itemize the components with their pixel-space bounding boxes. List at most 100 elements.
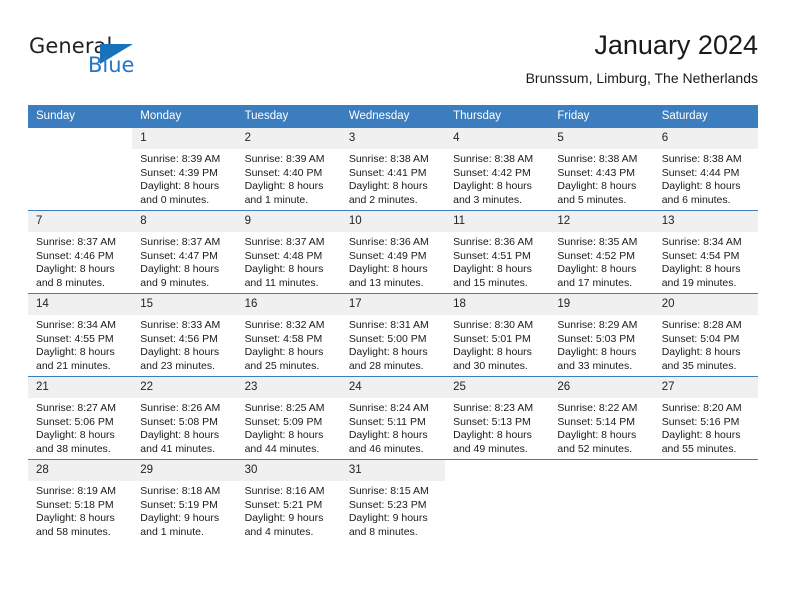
brand-logo[interactable]: General Blue — [28, 34, 198, 90]
day-detail-line: Sunrise: 8:20 AM — [661, 402, 742, 414]
day-detail-line: and 19 minutes. — [661, 276, 737, 289]
calendar-empty-cell — [445, 459, 550, 542]
day-detail-line: Sunset: 5:06 PM — [36, 415, 114, 428]
day-detail-line: Sunset: 4:56 PM — [140, 332, 218, 345]
calendar-day-cell[interactable]: 20 Sunrise: 8:28 AM Sunset: 5:04 PM Dayligh… — [653, 293, 758, 377]
calendar-day-cell[interactable]: 1 Sunrise: 8:39 AM Sunset: 4:39 PM Daylight… — [132, 127, 237, 211]
day-number: 19 — [549, 294, 654, 315]
day-detail-line: Daylight: 8 hours — [244, 180, 324, 193]
calendar-day-cell[interactable]: 7 Sunrise: 8:37 AM Sunset: 4:46 PM Daylight… — [28, 210, 133, 294]
day-number: 23 — [236, 377, 341, 398]
calendar-day-cell[interactable]: 26 Sunrise: 8:22 AM Sunset: 5:14 PM Dayligh… — [549, 376, 654, 460]
calendar-day-cell[interactable]: 8 Sunrise: 8:37 AM Sunset: 4:47 PM Daylight… — [132, 210, 237, 294]
calendar-day-cell[interactable]: 11 Sunrise: 8:36 AM Sunset: 4:51 PM Dayligh… — [445, 210, 550, 294]
day-details: Sunrise: 8:30 AM Sunset: 5:01 PM Daylight:… — [445, 315, 549, 373]
day-details: Sunrise: 8:39 AM Sunset: 4:39 PM Daylight:… — [132, 149, 236, 207]
calendar-day-cell[interactable]: 3 Sunrise: 8:38 AM Sunset: 4:41 PM Daylight… — [340, 127, 446, 211]
day-number: 1 — [132, 128, 237, 149]
calendar-week-row: 21 Sunrise: 8:27 AM Sunset: 5:06 PM Dayligh… — [28, 376, 758, 460]
day-detail-line: Sunset: 5:18 PM — [36, 498, 114, 511]
day-number: 21 — [28, 377, 133, 398]
day-number: 12 — [549, 211, 654, 232]
day-details: Sunrise: 8:15 AM Sunset: 5:23 PM Daylight:… — [341, 481, 445, 539]
calendar-empty-cell — [653, 459, 758, 542]
day-detail-line: Daylight: 8 hours — [453, 429, 532, 442]
calendar-day-cell[interactable]: 22 Sunrise: 8:26 AM Sunset: 5:08 PM Dayligh… — [132, 376, 237, 460]
calendar-day-cell[interactable]: 6 Sunrise: 8:38 AM Sunset: 4:44 PM Daylight… — [653, 127, 758, 211]
calendar-day-cell[interactable]: 27 Sunrise: 8:20 AM Sunset: 5:16 PM Dayligh… — [653, 376, 758, 460]
day-number: 25 — [445, 377, 550, 398]
calendar-week-row: 28 Sunrise: 8:19 AM Sunset: 5:18 PM Dayligh… — [28, 459, 758, 542]
calendar-day-cell[interactable]: 24 Sunrise: 8:24 AM Sunset: 5:11 PM Dayligh… — [340, 376, 446, 460]
day-detail-line: Daylight: 9 hours — [348, 512, 428, 525]
day-details: Sunrise: 8:22 AM Sunset: 5:14 PM Daylight:… — [549, 398, 653, 456]
day-detail-line: Sunrise: 8:37 AM — [244, 236, 325, 248]
calendar-day-cell[interactable]: 25 Sunrise: 8:23 AM Sunset: 5:13 PM Dayligh… — [445, 376, 550, 460]
day-number: 31 — [340, 460, 446, 481]
calendar-day-cell[interactable]: 28 Sunrise: 8:19 AM Sunset: 5:18 PM Dayligh… — [28, 459, 133, 542]
calendar-day-cell[interactable]: 18 Sunrise: 8:30 AM Sunset: 5:01 PM Dayligh… — [445, 293, 550, 377]
calendar-day-cell[interactable]: 29 Sunrise: 8:18 AM Sunset: 5:19 PM Dayligh… — [132, 459, 237, 542]
day-detail-line: Sunset: 5:19 PM — [140, 498, 218, 511]
day-details: Sunrise: 8:38 AM Sunset: 4:43 PM Daylight:… — [549, 149, 653, 207]
calendar-day-cell[interactable]: 12 Sunrise: 8:35 AM Sunset: 4:52 PM Dayligh… — [549, 210, 654, 294]
day-detail-line: Sunrise: 8:23 AM — [453, 402, 534, 414]
day-details: Sunrise: 8:38 AM Sunset: 4:42 PM Daylight:… — [445, 149, 549, 207]
calendar-day-cell[interactable]: 9 Sunrise: 8:37 AM Sunset: 4:48 PM Daylight… — [236, 210, 341, 294]
day-details: Sunrise: 8:38 AM Sunset: 4:41 PM Daylight:… — [341, 149, 445, 207]
calendar-day-cell[interactable]: 14 Sunrise: 8:34 AM Sunset: 4:55 PM Dayligh… — [28, 293, 133, 377]
day-details: Sunrise: 8:20 AM Sunset: 5:16 PM Daylight:… — [654, 398, 758, 456]
day-detail-line: Daylight: 8 hours — [661, 429, 741, 442]
day-detail-line: Sunrise: 8:32 AM — [244, 319, 325, 331]
calendar-day-cell[interactable]: 15 Sunrise: 8:33 AM Sunset: 4:56 PM Dayligh… — [132, 293, 237, 377]
day-number: 6 — [653, 128, 758, 149]
day-detail-line: and 2 minutes. — [348, 193, 418, 206]
day-detail-line: Sunset: 5:13 PM — [453, 415, 531, 428]
calendar-week-row: 1 Sunrise: 8:39 AM Sunset: 4:39 PM Daylight… — [28, 127, 758, 211]
day-number: 22 — [132, 377, 237, 398]
day-details — [445, 468, 549, 472]
day-detail-line: Daylight: 8 hours — [244, 263, 324, 276]
calendar-day-cell[interactable]: 16 Sunrise: 8:32 AM Sunset: 4:58 PM Dayligh… — [236, 293, 341, 377]
day-detail-line: Sunset: 4:47 PM — [140, 249, 218, 262]
day-detail-line: and 17 minutes. — [557, 276, 633, 289]
day-detail-line: Sunset: 4:55 PM — [36, 332, 114, 345]
day-number: 27 — [653, 377, 758, 398]
day-detail-line: and 21 minutes. — [36, 359, 111, 372]
day-detail-line: Sunrise: 8:15 AM — [348, 485, 429, 497]
day-detail-line: Daylight: 8 hours — [244, 429, 324, 442]
calendar-day-cell[interactable]: 4 Sunrise: 8:38 AM Sunset: 4:42 PM Daylight… — [445, 127, 550, 211]
day-detail-line: Sunset: 5:09 PM — [244, 415, 323, 428]
day-details: Sunrise: 8:28 AM Sunset: 5:04 PM Daylight:… — [654, 315, 758, 373]
day-details: Sunrise: 8:37 AM Sunset: 4:47 PM Daylight:… — [132, 232, 236, 290]
day-details: Sunrise: 8:37 AM Sunset: 4:46 PM Daylight:… — [28, 232, 132, 290]
day-detail-line: Sunrise: 8:27 AM — [36, 402, 116, 414]
weekday-header-monday: Monday — [132, 105, 237, 128]
day-detail-line: Sunset: 4:48 PM — [244, 249, 323, 262]
calendar-day-cell[interactable]: 13 Sunrise: 8:34 AM Sunset: 4:54 PM Dayligh… — [653, 210, 758, 294]
calendar-day-cell[interactable]: 23 Sunrise: 8:25 AM Sunset: 5:09 PM Dayligh… — [236, 376, 341, 460]
day-detail-line: Sunset: 4:52 PM — [557, 249, 636, 262]
day-detail-line: Daylight: 8 hours — [140, 180, 220, 193]
calendar-day-cell[interactable]: 5 Sunrise: 8:38 AM Sunset: 4:43 PM Daylight… — [549, 127, 654, 211]
day-detail-line: Sunrise: 8:25 AM — [244, 402, 325, 414]
day-details — [654, 468, 758, 472]
calendar-day-cell[interactable]: 10 Sunrise: 8:36 AM Sunset: 4:49 PM Dayligh… — [340, 210, 446, 294]
calendar-day-cell[interactable]: 19 Sunrise: 8:29 AM Sunset: 5:03 PM Dayligh… — [549, 293, 654, 377]
calendar-day-cell[interactable]: 21 Sunrise: 8:27 AM Sunset: 5:06 PM Dayligh… — [28, 376, 133, 460]
day-detail-line: Daylight: 8 hours — [348, 429, 428, 442]
day-detail-line: Sunset: 5:03 PM — [557, 332, 636, 345]
calendar-day-cell[interactable]: 31 Sunrise: 8:15 AM Sunset: 5:23 PM Dayligh… — [340, 459, 446, 542]
day-detail-line: Sunset: 5:21 PM — [244, 498, 323, 511]
calendar-day-cell[interactable]: 2 Sunrise: 8:39 AM Sunset: 4:40 PM Daylight… — [236, 127, 341, 211]
day-detail-line: Daylight: 8 hours — [140, 429, 220, 442]
calendar-day-cell[interactable]: 17 Sunrise: 8:31 AM Sunset: 5:00 PM Dayligh… — [340, 293, 446, 377]
calendar-day-cell[interactable]: 30 Sunrise: 8:16 AM Sunset: 5:21 PM Dayligh… — [236, 459, 341, 542]
day-detail-line: Sunrise: 8:36 AM — [453, 236, 534, 248]
day-detail-line: Sunset: 4:49 PM — [348, 249, 427, 262]
day-number: 8 — [132, 211, 237, 232]
day-details: Sunrise: 8:19 AM Sunset: 5:18 PM Daylight:… — [28, 481, 132, 539]
day-detail-line: Daylight: 8 hours — [453, 263, 532, 276]
day-detail-line: Sunset: 5:08 PM — [140, 415, 218, 428]
day-number: 30 — [236, 460, 341, 481]
